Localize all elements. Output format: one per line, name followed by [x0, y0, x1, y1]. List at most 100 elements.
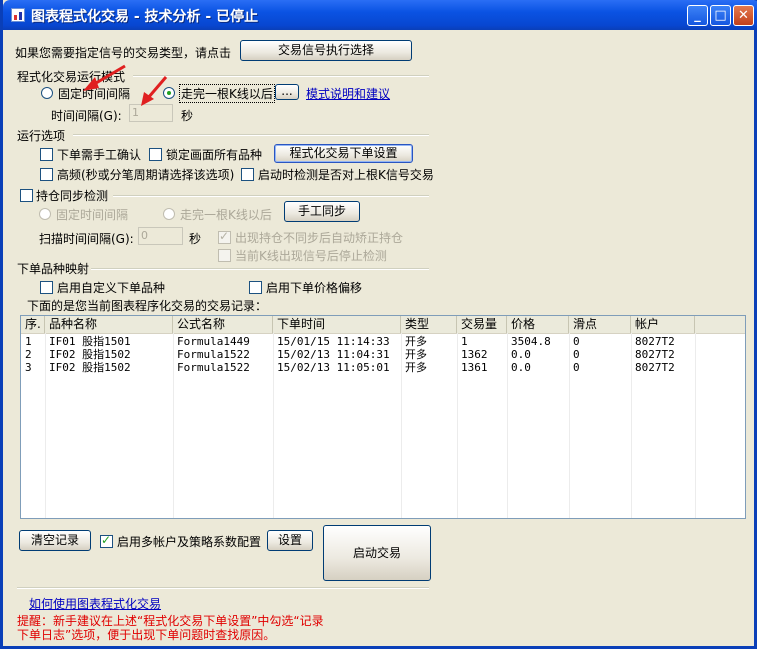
mode-fixed-interval-radio[interactable] [41, 87, 53, 99]
interval-label: 时间间隔(G): [51, 109, 122, 123]
window-title: 图表程式化交易 - 技术分析 - 已停止 [31, 9, 259, 25]
lock-all-label: 锁定画面所有品种 [166, 148, 263, 162]
sync-fixed-interval-label: 固定时间间隔 [56, 208, 129, 222]
col-header-type[interactable]: 类型 [401, 316, 457, 333]
auto-correct-checkbox[interactable] [218, 229, 231, 244]
position-sync-separator [113, 195, 429, 197]
price-offset-label: 启用下单价格偏移 [266, 281, 363, 295]
order-mapping-label: 下单品种映射 [17, 262, 90, 276]
manual-sync-button[interactable]: 手工同步 [284, 201, 360, 222]
interval-unit: 秒 [181, 109, 194, 123]
cell-formula: Formula1522 [177, 361, 250, 374]
cell-time: 15/01/15 11:14:33 [277, 335, 390, 348]
cell-symbol: IF02 股指1502 [49, 361, 131, 374]
cell-slippage: 0 [573, 361, 580, 374]
cell-time: 15/02/13 11:04:31 [277, 348, 390, 361]
col-header-formula[interactable]: 公式名称 [173, 316, 273, 333]
cell-slippage: 0 [573, 348, 580, 361]
stop-check-label: 当前K线出现信号后停止检测 [235, 249, 387, 263]
cell-symbol: IF01 股指1501 [49, 335, 131, 348]
annotation-arrow-icon-2 [141, 76, 168, 106]
custom-symbol-label: 启用自定义下单品种 [57, 281, 166, 295]
run-options-label: 运行选项 [17, 129, 66, 143]
cell-slippage: 0 [573, 335, 580, 348]
col-header-symbol[interactable]: 品种名称 [45, 316, 173, 333]
table-row[interactable]: 1 IF01 股指1501 Formula1449 15/01/15 11:14… [21, 335, 745, 348]
title-bar[interactable]: 图表程式化交易 - 技术分析 - 已停止 _ □ ✕ [3, 0, 757, 30]
signal-prompt: 如果您需要指定信号的交易类型，请点击 [15, 46, 232, 60]
mode-after-kline-label: 走完一根K线以后 [179, 84, 275, 103]
table-row[interactable]: 2 IF02 股指1502 Formula1522 15/02/13 11:04… [21, 348, 745, 361]
stop-check-checkbox[interactable] [218, 249, 231, 262]
records-caption: 下面的是您当前图表程序化交易的交易记录： [27, 299, 268, 313]
app-chart-icon [11, 8, 25, 22]
cell-index: 2 [25, 348, 32, 361]
cell-account: 8027T2 [635, 361, 675, 374]
order-settings-button[interactable]: 程式化交易下单设置 [274, 144, 413, 163]
scan-interval-label: 扫描时间间隔(G): [39, 232, 134, 246]
multi-account-checkbox[interactable] [100, 533, 113, 548]
annotation-arrow-icon [83, 64, 126, 91]
bottom-separator [17, 587, 429, 589]
manual-confirm-checkbox[interactable] [40, 148, 53, 161]
position-sync-label: 持仓同步检测 [36, 189, 109, 203]
high-freq-label: 高频(秒或分笔周期请选择该选项) [57, 168, 235, 182]
position-sync-checkbox[interactable] [20, 189, 33, 202]
col-header-slippage[interactable]: 滑点 [569, 316, 631, 333]
cell-account: 8027T2 [635, 335, 675, 348]
check-last-kline-label: 启动时检测是否对上根K信号交易 [258, 168, 434, 182]
cell-type: 开多 [405, 348, 427, 361]
custom-symbol-checkbox[interactable] [40, 281, 53, 294]
maximize-button[interactable]: □ [710, 5, 731, 26]
table-header: 序. 品种名称 公式名称 下单时间 类型 交易量 价格 滑点 帐户 [21, 316, 745, 334]
howto-link[interactable]: 如何使用图表程式化交易 [29, 595, 161, 612]
start-trading-button[interactable]: 启动交易 [323, 525, 431, 581]
close-button[interactable]: ✕ [733, 5, 754, 26]
manual-confirm-label: 下单需手工确认 [57, 148, 142, 162]
mode-more-button[interactable]: ... [275, 84, 299, 100]
mode-separator [133, 75, 429, 77]
cell-type: 开多 [405, 361, 427, 374]
cell-symbol: IF02 股指1502 [49, 348, 131, 361]
signal-select-button[interactable]: 交易信号执行选择 [240, 40, 412, 61]
col-header-volume[interactable]: 交易量 [457, 316, 507, 333]
run-options-separator [73, 134, 429, 136]
cell-time: 15/02/13 11:05:01 [277, 361, 390, 374]
check-last-kline-checkbox[interactable] [241, 168, 254, 181]
cell-account: 8027T2 [635, 348, 675, 361]
multi-account-label: 启用多帐户及策略系数配置 [117, 535, 262, 549]
auto-correct-label: 出现持仓不同步后自动矫正持仓 [235, 231, 404, 245]
table-row[interactable]: 3 IF02 股指1502 Formula1522 15/02/13 11:05… [21, 361, 745, 374]
cell-formula: Formula1522 [177, 348, 250, 361]
high-freq-checkbox[interactable] [40, 168, 53, 181]
mode-help-link[interactable]: 模式说明和建议 [306, 85, 390, 102]
lock-all-checkbox[interactable] [149, 148, 162, 161]
scan-interval-input[interactable]: 0 [138, 227, 183, 245]
sync-after-kline-radio[interactable] [163, 208, 175, 220]
cell-index: 3 [25, 361, 32, 374]
cell-volume: 1361 [461, 361, 488, 374]
col-header-price[interactable]: 价格 [507, 316, 569, 333]
cell-price: 3504.8 [511, 335, 551, 348]
cell-price: 0.0 [511, 348, 531, 361]
cell-type: 开多 [405, 335, 427, 348]
cell-volume: 1 [461, 335, 468, 348]
settings-button[interactable]: 设置 [267, 530, 313, 551]
cell-volume: 1362 [461, 348, 488, 361]
cell-price: 0.0 [511, 361, 531, 374]
clear-records-button[interactable]: 清空记录 [19, 530, 91, 551]
scan-interval-unit: 秒 [189, 232, 202, 246]
trade-records-table[interactable]: 序. 品种名称 公式名称 下单时间 类型 交易量 价格 滑点 帐户 1 IF01… [20, 315, 746, 519]
col-header-index[interactable]: 序. [21, 316, 45, 333]
cell-formula: Formula1449 [177, 335, 250, 348]
app-window: 图表程式化交易 - 技术分析 - 已停止 _ □ ✕ 如果您需要指定信号的交易类… [0, 0, 757, 649]
minimize-button[interactable]: _ [687, 5, 708, 26]
sync-after-kline-label: 走完一根K线以后 [180, 208, 272, 222]
col-header-time[interactable]: 下单时间 [273, 316, 401, 333]
price-offset-checkbox[interactable] [249, 281, 262, 294]
order-mapping-separator [91, 268, 429, 270]
tip-line-2: 下单日志”选项，便于出现下单问题时查找原因。 [17, 628, 276, 642]
cell-index: 1 [25, 335, 32, 348]
sync-fixed-interval-radio[interactable] [39, 208, 51, 220]
col-header-account[interactable]: 帐户 [631, 316, 695, 333]
